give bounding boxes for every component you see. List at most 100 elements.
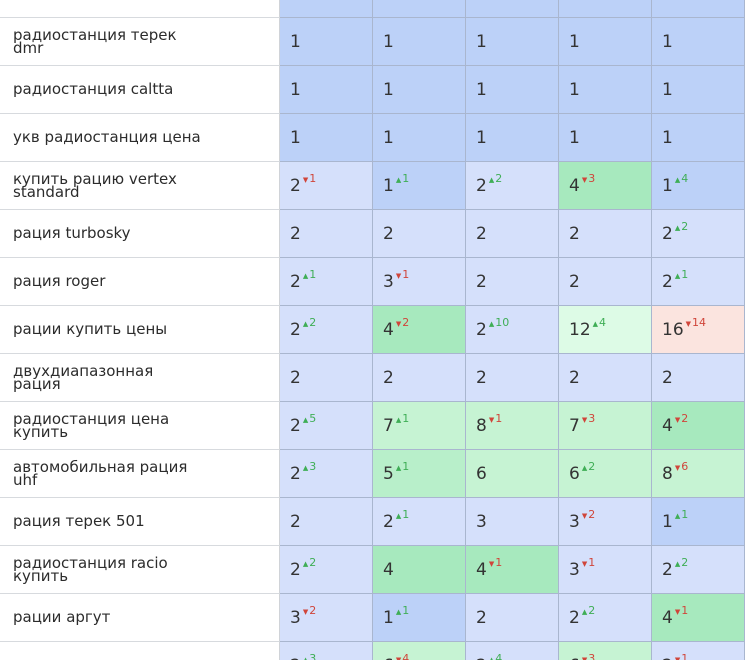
- position-cell[interactable]: 2 ▲2: [280, 306, 373, 354]
- position-cell[interactable]: 2 ▲1: [373, 498, 466, 546]
- position-cell[interactable]: 2: [559, 258, 652, 306]
- position-cell[interactable]: 16 ▼14: [652, 306, 745, 354]
- position-cell[interactable]: 1 ▲1: [373, 162, 466, 210]
- position-cell[interactable]: 2: [652, 354, 745, 402]
- position-cell[interactable]: 6▼4: [373, 642, 466, 660]
- position-cell[interactable]: 1: [373, 114, 466, 162]
- position-cell[interactable]: 2 ▲1: [652, 258, 745, 306]
- position-cell[interactable]: 2: [280, 498, 373, 546]
- position-cell[interactable]: 2: [373, 210, 466, 258]
- position-cell[interactable]: 1 ▲1: [652, 498, 745, 546]
- position-cell[interactable]: 1 ▲1: [373, 594, 466, 642]
- position-cell[interactable]: 1: [559, 18, 652, 66]
- position-cell[interactable]: 4 ▼1: [466, 546, 559, 594]
- position-cell[interactable]: 4 ▼1: [652, 594, 745, 642]
- position-cell[interactable]: 6: [466, 450, 559, 498]
- position-cell[interactable]: 1: [466, 66, 559, 114]
- position-cell[interactable]: 1: [466, 0, 559, 18]
- position-cell[interactable]: 2 ▲2: [652, 210, 745, 258]
- position-cell[interactable]: 2 ▲1: [280, 258, 373, 306]
- position-cell[interactable]: 8 ▼1: [466, 402, 559, 450]
- position-cell[interactable]: 1: [373, 0, 466, 18]
- position-cell[interactable]: 5 ▲1: [373, 450, 466, 498]
- position-value: 2: [290, 415, 301, 436]
- keyword-cell[interactable]: радиостанция цена купить: [0, 402, 280, 450]
- position-cell[interactable]: 1: [559, 0, 652, 18]
- change-down-indicator: ▼2: [675, 412, 688, 425]
- position-cell[interactable]: 2: [280, 354, 373, 402]
- position-cell[interactable]: 2: [559, 354, 652, 402]
- position-cell[interactable]: 1: [652, 114, 745, 162]
- keyword-cell[interactable]: рация turbosky: [0, 210, 280, 258]
- table-row: двухдиапазонная рация 2 2 2 2 2: [0, 354, 745, 402]
- keyword-cell[interactable]: двухдиапазонная рация: [0, 354, 280, 402]
- position-cell[interactable]: 12 ▲4: [559, 306, 652, 354]
- position-cell[interactable]: 3 ▼2: [559, 498, 652, 546]
- keyword-cell[interactable]: [0, 642, 280, 660]
- position-cell[interactable]: 2▼1: [652, 642, 745, 660]
- position-cell[interactable]: 3 ▼2: [280, 594, 373, 642]
- change-up-indicator: ▲2: [675, 220, 688, 233]
- keyword-cell[interactable]: [0, 0, 280, 18]
- position-cell[interactable]: 1: [466, 114, 559, 162]
- position-cell[interactable]: 1: [280, 114, 373, 162]
- position-cell[interactable]: 2: [466, 210, 559, 258]
- position-cell[interactable]: 1: [280, 66, 373, 114]
- position-value: 2: [290, 271, 301, 292]
- position-cell[interactable]: 3 ▼1: [373, 258, 466, 306]
- position-cell[interactable]: 3 ▼1: [559, 546, 652, 594]
- position-cell[interactable]: 3: [466, 498, 559, 546]
- position-cell[interactable]: 2: [466, 258, 559, 306]
- position-cell[interactable]: 4 ▼2: [652, 402, 745, 450]
- position-cell[interactable]: 6▼3: [559, 642, 652, 660]
- position-cell[interactable]: 2▲3: [280, 450, 373, 498]
- position-cell[interactable]: 1: [652, 18, 745, 66]
- position-cell[interactable]: 1: [373, 18, 466, 66]
- triangle-down-icon: ▼: [674, 608, 681, 616]
- position-value: 2: [662, 559, 673, 580]
- table-row: рации купить цены 2 ▲2 4 ▼2 2 ▲10 12 ▲4 16 ▼14: [0, 306, 745, 354]
- position-cell[interactable]: 2: [559, 210, 652, 258]
- position-cell[interactable]: 6 ▲2: [559, 450, 652, 498]
- position-cell[interactable]: 1: [466, 18, 559, 66]
- keyword-cell[interactable]: рация roger: [0, 258, 280, 306]
- keyword-cell[interactable]: радиостанция racio купить: [0, 546, 280, 594]
- keyword-cell[interactable]: рации купить цены: [0, 306, 280, 354]
- position-cell[interactable]: 1: [559, 114, 652, 162]
- position-cell[interactable]: 2 ▲2: [559, 594, 652, 642]
- position-cell[interactable]: 7 ▲1: [373, 402, 466, 450]
- position-cell[interactable]: 2 ▲2: [466, 162, 559, 210]
- position-cell[interactable]: 1: [652, 0, 745, 18]
- position-cell[interactable]: 2▼1: [280, 162, 373, 210]
- keyword-cell[interactable]: автомобильная рация uhf: [0, 450, 280, 498]
- keyword-cell[interactable]: рация терек 501: [0, 498, 280, 546]
- keyword-cell[interactable]: радиостанция терек dmr: [0, 18, 280, 66]
- position-cell[interactable]: 1: [652, 66, 745, 114]
- position-cell[interactable]: 2: [373, 354, 466, 402]
- position-cell[interactable]: 4 ▼3: [559, 162, 652, 210]
- position-cell[interactable]: 2▲4: [466, 642, 559, 660]
- position-cell[interactable]: 1: [373, 66, 466, 114]
- position-cell[interactable]: 1 ▲4: [652, 162, 745, 210]
- keyword-cell[interactable]: купить рацию vertex standard: [0, 162, 280, 210]
- position-cell[interactable]: 4 ▼2: [373, 306, 466, 354]
- position-cell[interactable]: 1: [280, 18, 373, 66]
- position-cell[interactable]: 1: [280, 0, 373, 18]
- triangle-up-icon: ▲: [488, 320, 495, 328]
- position-cell[interactable]: 1: [559, 66, 652, 114]
- position-cell[interactable]: 7 ▼3: [559, 402, 652, 450]
- position-cell[interactable]: 8 ▼6: [652, 450, 745, 498]
- triangle-up-icon: ▲: [395, 416, 402, 424]
- position-cell[interactable]: 2 ▲5: [280, 402, 373, 450]
- position-cell[interactable]: 2: [466, 354, 559, 402]
- position-cell[interactable]: 2▲3: [280, 642, 373, 660]
- position-cell[interactable]: 2 ▲10: [466, 306, 559, 354]
- position-cell[interactable]: 2: [466, 594, 559, 642]
- position-cell[interactable]: 4: [373, 546, 466, 594]
- position-cell[interactable]: 2 ▲2: [280, 546, 373, 594]
- keyword-cell[interactable]: радиостанция caltta: [0, 66, 280, 114]
- position-cell[interactable]: 2 ▲2: [652, 546, 745, 594]
- keyword-cell[interactable]: рации аргут: [0, 594, 280, 642]
- position-cell[interactable]: 2: [280, 210, 373, 258]
- keyword-cell[interactable]: укв радиостанция цена: [0, 114, 280, 162]
